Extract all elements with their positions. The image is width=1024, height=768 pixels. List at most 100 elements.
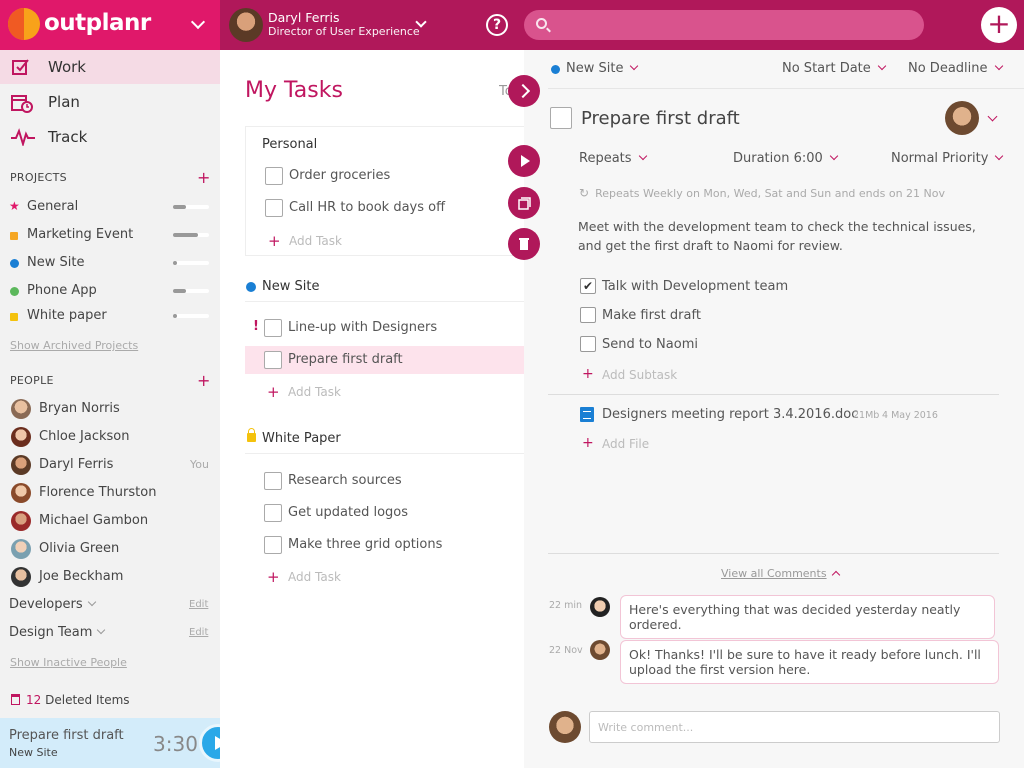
add-task-label: Add Task	[289, 234, 342, 248]
task-checkbox[interactable]	[264, 472, 282, 490]
add-task-button[interactable]: + Add Task	[245, 566, 525, 588]
task-checkbox[interactable]	[265, 199, 283, 217]
subtask-row[interactable]: Make first draft	[579, 305, 979, 327]
group-title: New Site	[262, 279, 320, 294]
task-checkbox[interactable]	[264, 351, 282, 369]
chevron-up-icon[interactable]	[831, 570, 841, 580]
chevron-down-icon[interactable]	[987, 111, 998, 122]
add-person-button[interactable]: +	[197, 373, 210, 389]
deadline-selector[interactable]: No Deadline	[908, 61, 1003, 76]
person-item[interactable]: Olivia Green	[0, 536, 220, 562]
play-icon[interactable]	[508, 145, 540, 177]
person-item[interactable]: Chloe Jackson	[0, 424, 220, 450]
task-checkbox[interactable]	[264, 319, 282, 337]
person-item[interactable]: Michael Gambon	[0, 508, 220, 534]
user-avatar[interactable]	[229, 8, 263, 42]
priority-selector[interactable]: Normal Priority	[891, 151, 1004, 166]
subtask-row[interactable]: ✔ Talk with Development team	[579, 276, 979, 298]
task-row-selected[interactable]: Prepare first draft	[245, 346, 525, 374]
star-icon: ★	[9, 199, 20, 213]
subtask-label: Make first draft	[602, 308, 701, 323]
outplanr-logo	[8, 8, 40, 40]
task-row[interactable]: Research sources	[245, 467, 525, 495]
task-checkbox[interactable]	[264, 504, 282, 522]
subtask-checkbox[interactable]	[580, 307, 596, 323]
group-title: White Paper	[262, 431, 341, 446]
task-title[interactable]: Prepare first draft	[581, 108, 740, 129]
add-task-button[interactable]: + Add Task	[246, 230, 526, 252]
add-file-button[interactable]: + Add File	[579, 435, 879, 455]
avatar	[11, 567, 31, 587]
duration-selector[interactable]: Duration 6:00	[733, 151, 839, 166]
trash-icon[interactable]	[508, 228, 540, 260]
project-progress	[173, 205, 209, 209]
duplicate-icon[interactable]	[508, 187, 540, 219]
edit-group-link[interactable]: Edit	[189, 627, 208, 638]
subtask-checkbox[interactable]	[580, 336, 596, 352]
project-label: General	[27, 199, 79, 214]
task-row[interactable]: Call HR to book days off	[246, 194, 526, 222]
help-button[interactable]: ?	[486, 14, 508, 36]
user-role: Director of User Experience	[268, 25, 420, 38]
project-item-new-site[interactable]: New Site	[0, 252, 220, 274]
group-header-white-paper[interactable]: White Paper	[245, 424, 524, 454]
user-name[interactable]: Daryl Ferris	[268, 10, 340, 25]
add-button[interactable]: +	[981, 7, 1017, 43]
assignee-avatar[interactable]	[945, 101, 979, 135]
start-date-selector[interactable]: No Start Date	[782, 61, 887, 76]
person-item[interactable]: Daryl Ferris You	[0, 452, 220, 478]
add-task-label: Add Task	[288, 570, 341, 584]
attachment-row[interactable]: Designers meeting report 3.4.2016.doc 21…	[580, 406, 1000, 424]
active-timer[interactable]: Prepare first draft New Site 3:30	[0, 718, 220, 768]
project-progress	[173, 233, 209, 237]
avatar	[11, 511, 31, 531]
chevron-down-icon	[994, 61, 1003, 71]
task-checkbox[interactable]	[264, 536, 282, 554]
edit-group-link[interactable]: Edit	[189, 599, 208, 610]
add-task-button[interactable]: + Add Task	[245, 381, 525, 403]
collapse-arrow-icon[interactable]	[508, 75, 540, 107]
comment-input[interactable]	[589, 711, 1000, 743]
repeat-info: ↻ Repeats Weekly on Mon, Wed, Sat and Sun…	[579, 186, 946, 200]
task-row[interactable]: Get updated logos	[245, 499, 525, 527]
show-archived-projects-link[interactable]: Show Archived Projects	[10, 339, 138, 352]
brand-menu[interactable]: outplanr	[0, 0, 220, 50]
group-developers[interactable]: Developers Edit	[0, 593, 220, 617]
person-item[interactable]: Florence Thurston	[0, 480, 220, 506]
person-item[interactable]: Bryan Norris	[0, 396, 220, 422]
project-item-phone-app[interactable]: Phone App	[0, 280, 220, 302]
view-all-comments-link[interactable]: View all Comments	[721, 567, 827, 580]
person-item[interactable]: Joe Beckham	[0, 564, 220, 590]
project-dot-icon	[10, 287, 19, 296]
subtask-row[interactable]: Send to Naomi	[579, 334, 979, 356]
group-name: Developers	[9, 597, 96, 612]
add-subtask-button[interactable]: + Add Subtask	[579, 366, 879, 386]
group-design-team[interactable]: Design Team Edit	[0, 621, 220, 645]
project-selector[interactable]: New Site	[566, 61, 639, 76]
project-item-white-paper[interactable]: White paper	[0, 305, 220, 327]
task-row[interactable]: Make three grid options	[245, 531, 525, 559]
task-description[interactable]: Meet with the development team to check …	[578, 217, 998, 255]
deleted-items[interactable]: 12 Deleted Items	[11, 693, 130, 707]
project-item-general[interactable]: ★ General	[0, 196, 220, 218]
brand-name: outplanr	[44, 10, 151, 36]
show-inactive-people-link[interactable]: Show Inactive People	[10, 656, 127, 669]
divider	[548, 88, 1024, 89]
chevron-down-icon[interactable]	[190, 14, 206, 30]
project-item-marketing-event[interactable]: Marketing Event	[0, 224, 220, 246]
search-bar[interactable]	[524, 10, 924, 40]
subtask-checkbox[interactable]: ✔	[580, 278, 596, 294]
nav-track[interactable]: Track	[0, 120, 220, 154]
task-row[interactable]: Order groceries	[246, 162, 526, 190]
nav-plan[interactable]: Plan	[0, 85, 220, 119]
attachment-name[interactable]: Designers meeting report 3.4.2016.doc	[602, 407, 858, 422]
add-project-button[interactable]: +	[197, 170, 210, 186]
nav-work[interactable]: Work	[0, 50, 220, 84]
search-input[interactable]	[558, 16, 908, 34]
task-checkbox[interactable]	[265, 167, 283, 185]
repeats-selector[interactable]: Repeats	[579, 151, 647, 166]
lock-icon	[247, 428, 256, 442]
group-header-new-site[interactable]: New Site	[245, 272, 524, 302]
task-complete-checkbox[interactable]	[550, 107, 572, 129]
task-row[interactable]: ! Line-up with Designers	[245, 314, 525, 342]
